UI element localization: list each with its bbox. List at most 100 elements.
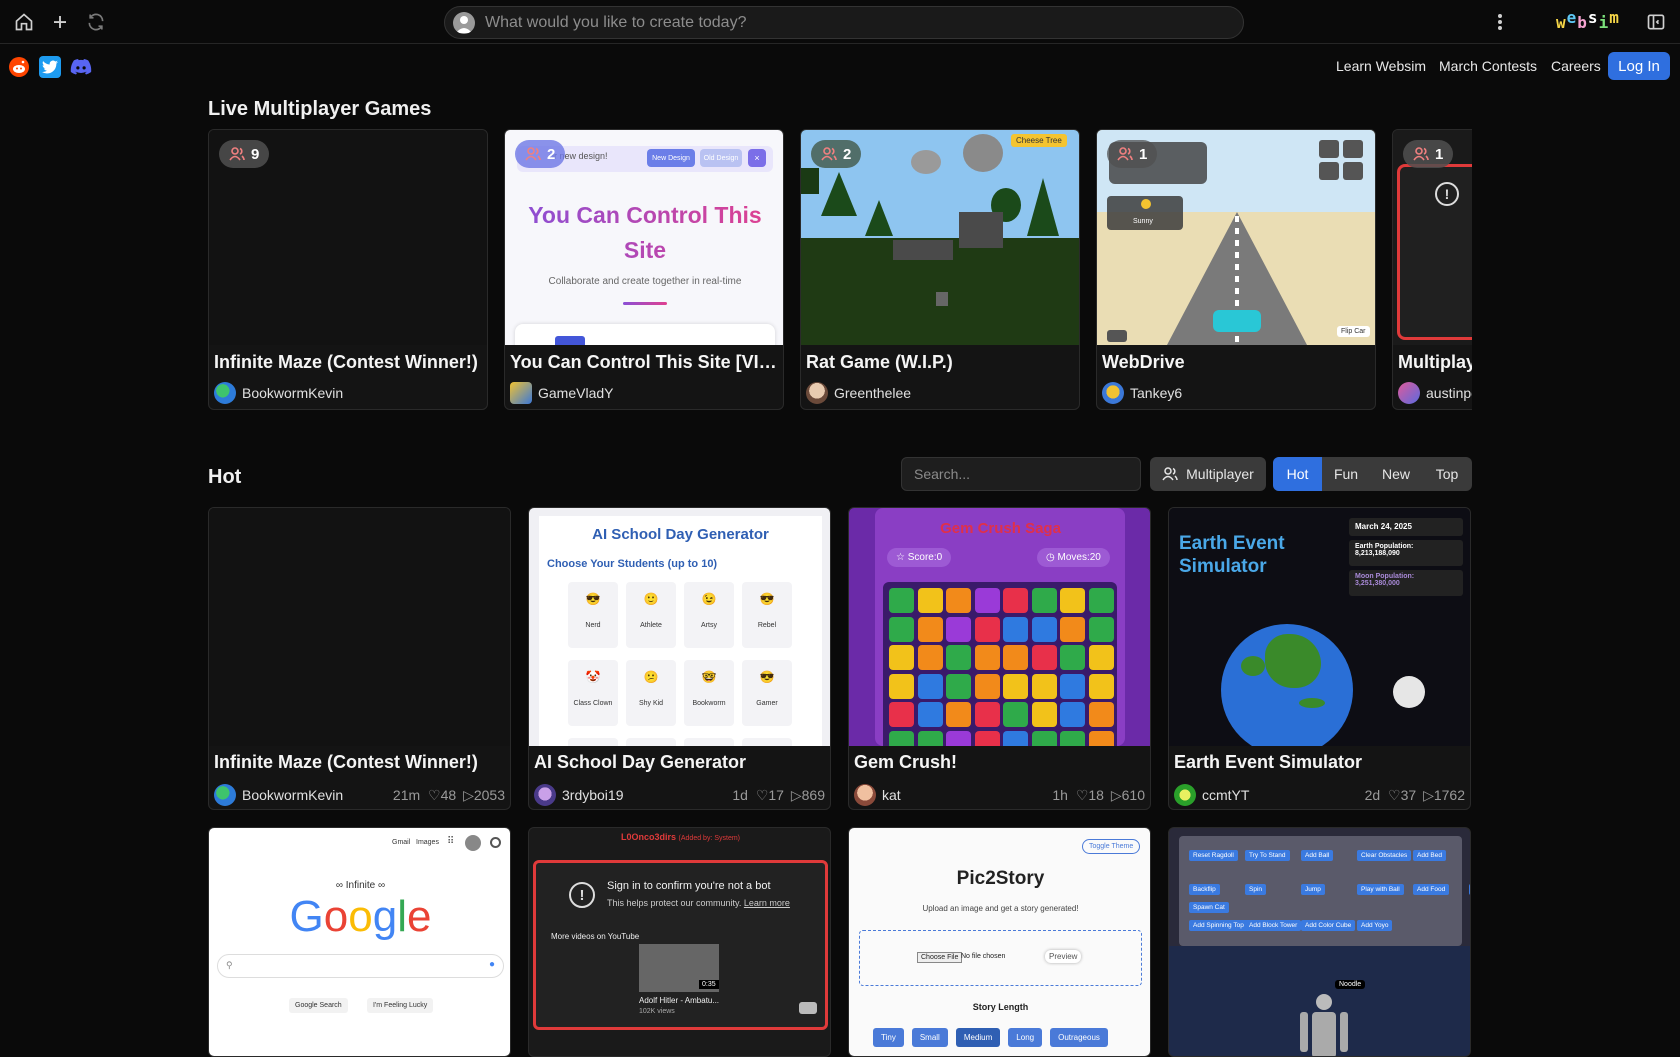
reddit-icon[interactable] bbox=[8, 56, 30, 78]
player-count-badge: 2 bbox=[811, 140, 862, 168]
student-label: Athlete bbox=[640, 622, 662, 629]
student-option bbox=[568, 738, 618, 746]
multiplayer-card[interactable]: Cheese Tree 2 Rat Game (W.I.P.) Greenthe… bbox=[800, 129, 1080, 410]
hot-card[interactable]: AI School Day Generator Choose Your Stud… bbox=[528, 507, 831, 810]
more-vertical-icon[interactable] bbox=[1488, 10, 1512, 34]
ragdoll-button: Clear Obstacles bbox=[1357, 850, 1412, 861]
learn-websim-link[interactable]: Learn Websim bbox=[1336, 58, 1426, 74]
gem-tile bbox=[1088, 673, 1114, 699]
websim-logo[interactable]: websim bbox=[1556, 8, 1620, 32]
refresh-icon[interactable] bbox=[84, 10, 108, 34]
thumb-title: Earth Event Simulator bbox=[1179, 533, 1285, 577]
student-face-icon: 🙂 bbox=[643, 592, 659, 606]
gem-tile bbox=[889, 730, 914, 746]
card-author[interactable]: GameVladY bbox=[510, 382, 613, 404]
gem-tile bbox=[889, 673, 914, 699]
thumb-title: AI School Day Generator bbox=[592, 526, 769, 543]
account-avatar-icon bbox=[465, 835, 481, 851]
avatar bbox=[1174, 784, 1196, 806]
heart-icon: ♡ bbox=[428, 787, 441, 803]
gem-tile bbox=[1060, 730, 1085, 746]
card-views: 869 bbox=[801, 787, 825, 803]
card-author[interactable]: BookwormKevin bbox=[214, 382, 343, 404]
users-icon bbox=[1162, 467, 1178, 481]
card-title: WebDrive bbox=[1102, 352, 1185, 372]
card-title: Rat Game (W.I.P.) bbox=[806, 352, 953, 372]
heart-icon: ♡ bbox=[755, 787, 769, 803]
brand-letter: m bbox=[1609, 8, 1620, 27]
thumb-subtitle: Upload an image and get a story generate… bbox=[922, 904, 1079, 913]
thumb-new-design: New Design bbox=[647, 149, 695, 167]
careers-link[interactable]: Careers bbox=[1551, 58, 1601, 74]
card-author[interactable]: ccmtYT bbox=[1174, 784, 1249, 806]
ragdoll-button: Add Yoyo bbox=[1357, 920, 1393, 931]
card-author[interactable]: 3rdyboi19 bbox=[534, 784, 624, 806]
play-icon: ▷ bbox=[463, 787, 474, 803]
student-label: Rebel bbox=[757, 622, 777, 629]
hot-card[interactable]: Infinite Maze (Contest Winner!) Bookworm… bbox=[208, 507, 511, 810]
student-label: Artsy bbox=[701, 622, 717, 629]
multiplayer-card[interactable]: ur new design! New Design Old Design × Y… bbox=[504, 129, 784, 410]
card-views: 610 bbox=[1121, 787, 1145, 803]
card-author[interactable]: Tankey6 bbox=[1102, 382, 1182, 404]
hot-search-input[interactable] bbox=[901, 457, 1141, 491]
gem-tile bbox=[889, 645, 914, 670]
brand-letter: b bbox=[1577, 13, 1588, 32]
discord-icon[interactable] bbox=[70, 56, 92, 78]
gem-tile bbox=[917, 616, 943, 642]
student-face-icon: 😎 bbox=[759, 592, 775, 606]
gem-tile bbox=[946, 702, 971, 727]
multiplayer-card[interactable]: Sunny Flip Car 1 WebDrive Tankey6 bbox=[1096, 129, 1376, 410]
march-contests-link[interactable]: March Contests bbox=[1439, 58, 1537, 74]
tab-hot[interactable]: Hot bbox=[1273, 457, 1322, 491]
student-label: Shy Kid bbox=[638, 700, 664, 707]
card-author[interactable]: Greenthelee bbox=[806, 382, 911, 404]
hot-card[interactable]: Gmail Images ⠿ ∞ Infinite ∞ Google ⚲ ● G… bbox=[208, 827, 511, 1057]
card-time: 21m bbox=[392, 787, 421, 803]
tab-fun[interactable]: Fun bbox=[1322, 457, 1370, 491]
tab-top[interactable]: Top bbox=[1422, 457, 1472, 491]
hot-card[interactable]: Reset Ragdoll Try To Stand Add Ball Clear O… bbox=[1168, 827, 1471, 1057]
student-option bbox=[742, 738, 792, 746]
multiplayer-filter-button[interactable]: Multiplayer bbox=[1150, 457, 1266, 491]
author-name: BookwormKevin bbox=[242, 787, 344, 803]
multiplayer-card[interactable]: ! 1 Multiplayer austinpo bbox=[1392, 129, 1472, 410]
multiplayer-card[interactable]: 9 Infinite Maze (Contest Winner!) Bookwo… bbox=[208, 129, 488, 410]
hot-card[interactable]: Gem Crush Saga ☆ Score:0 ◷ Moves:20 Gem … bbox=[848, 507, 1151, 810]
card-author[interactable]: austinpo bbox=[1398, 382, 1472, 404]
alert-icon: ! bbox=[569, 882, 595, 908]
hot-card[interactable]: L0Onco3dirs (Added by: System) ! Sign in… bbox=[528, 827, 831, 1057]
gem-tile bbox=[1060, 673, 1085, 699]
gem-tile bbox=[946, 616, 971, 642]
card-title: Earth Event Simulator bbox=[1174, 752, 1363, 772]
thumb-date: March 24, 2025 bbox=[1349, 518, 1463, 536]
gem-tile bbox=[1031, 702, 1057, 727]
gem-tile bbox=[1003, 673, 1028, 699]
tab-new[interactable]: New bbox=[1370, 457, 1422, 491]
ragdoll-button: Jump bbox=[1301, 884, 1325, 895]
gem-tile bbox=[974, 588, 1000, 613]
video-duration: 0:35 bbox=[699, 980, 719, 989]
prompt-input[interactable] bbox=[485, 13, 1185, 32]
gem-tile bbox=[889, 616, 914, 642]
prompt-search-bar[interactable] bbox=[444, 6, 1244, 39]
card-author[interactable]: BookwormKevin bbox=[214, 784, 343, 806]
card-title: Infinite Maze (Contest Winner!) bbox=[214, 752, 478, 772]
sidebar-toggle-icon[interactable] bbox=[1644, 10, 1668, 34]
card-author[interactable]: kat bbox=[854, 784, 901, 806]
player-count: 2 bbox=[843, 145, 852, 163]
story-length-option: Long bbox=[1008, 1028, 1043, 1047]
video-views: 102K views bbox=[639, 1008, 675, 1015]
home-icon[interactable] bbox=[12, 10, 36, 34]
gem-tile bbox=[946, 645, 971, 670]
gem-tile bbox=[889, 588, 914, 613]
thumb-weather: Sunny bbox=[1133, 218, 1153, 225]
hot-card[interactable]: Earth Event Simulator March 24, 2025 Ear… bbox=[1168, 507, 1471, 810]
plus-icon[interactable] bbox=[48, 10, 72, 34]
sort-tabs: Hot Fun New Top bbox=[1273, 457, 1472, 491]
card-stats: 1h ♡18 ▷610 bbox=[1052, 787, 1145, 804]
hot-card[interactable]: Toggle Theme Pic2Story Upload an image a… bbox=[848, 827, 1151, 1057]
login-button[interactable]: Log In bbox=[1608, 52, 1670, 80]
student-label: Class Clown bbox=[573, 700, 613, 707]
twitter-icon[interactable] bbox=[39, 56, 61, 78]
